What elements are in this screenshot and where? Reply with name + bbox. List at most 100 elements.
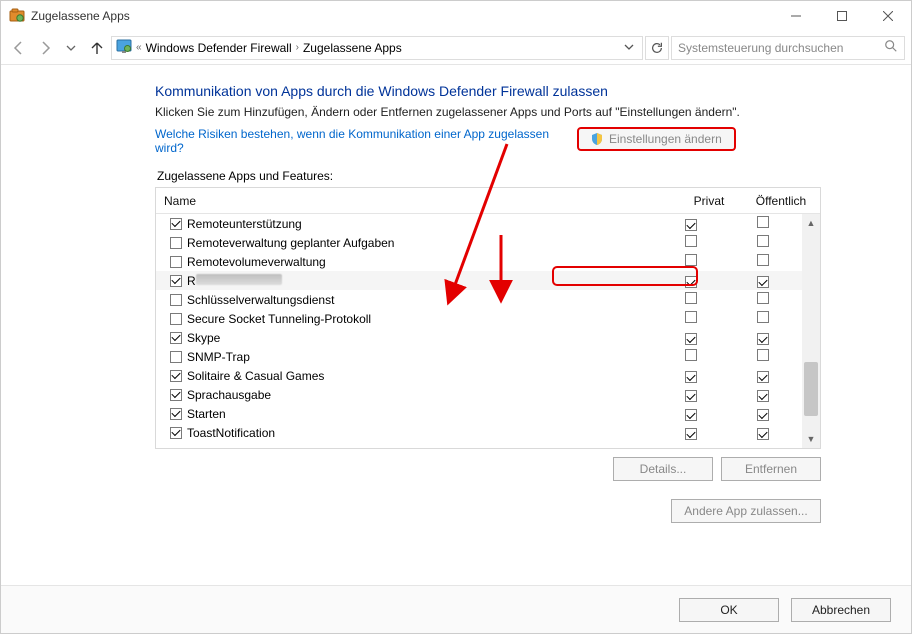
search-input[interactable]: Systemsteuerung durchsuchen	[671, 36, 905, 60]
scroll-up-icon[interactable]: ▲	[807, 214, 816, 232]
scroll-down-icon[interactable]: ▼	[807, 430, 816, 448]
private-checkbox[interactable]	[685, 349, 697, 361]
window-title: Zugelassene Apps	[31, 9, 773, 23]
close-button[interactable]	[865, 1, 911, 31]
cancel-button[interactable]: Abbrechen	[791, 598, 891, 622]
app-enabled-checkbox[interactable]	[170, 408, 182, 420]
private-checkbox[interactable]	[685, 428, 697, 440]
app-row[interactable]: Starten	[156, 404, 802, 423]
recent-locations-button[interactable]	[59, 36, 83, 60]
minimize-button[interactable]	[773, 1, 819, 31]
app-enabled-checkbox[interactable]	[170, 427, 182, 439]
private-checkbox[interactable]	[685, 311, 697, 323]
back-button[interactable]	[7, 36, 31, 60]
app-row[interactable]: SNMP-Trap	[156, 347, 802, 366]
titlebar: Zugelassene Apps	[1, 1, 911, 31]
private-checkbox[interactable]	[685, 371, 697, 383]
scroll-track[interactable]	[802, 232, 820, 430]
public-checkbox[interactable]	[757, 409, 769, 421]
up-button[interactable]	[85, 36, 109, 60]
app-name-label: Remoteverwaltung geplanter Aufgaben	[187, 236, 394, 250]
app-name-label: Skype	[187, 331, 220, 345]
app-row[interactable]: Remoteunterstützung	[156, 214, 802, 233]
app-name-label: ToastNotification	[187, 426, 275, 440]
allowed-apps-panel: Zugelassene Apps und Features: Name Priv…	[155, 169, 821, 481]
app-name-label: Starten	[187, 407, 226, 421]
page-subtext: Klicken Sie zum Hinzufügen, Ändern oder …	[155, 105, 821, 119]
app-row[interactable]: Remoteverwaltung geplanter Aufgaben	[156, 233, 802, 252]
col-private[interactable]: Privat	[676, 194, 742, 208]
app-enabled-checkbox[interactable]	[170, 256, 182, 268]
private-checkbox[interactable]	[685, 219, 697, 231]
public-checkbox[interactable]	[757, 390, 769, 402]
scrollbar[interactable]: ▲ ▼	[802, 214, 820, 448]
app-name-label: Schlüsselverwaltungsdienst	[187, 293, 334, 307]
app-row[interactable]: ToastNotification	[156, 423, 802, 442]
app-enabled-checkbox[interactable]	[170, 237, 182, 249]
private-checkbox[interactable]	[685, 254, 697, 266]
private-checkbox[interactable]	[685, 390, 697, 402]
forward-button[interactable]	[33, 36, 57, 60]
allow-another-app-button[interactable]: Andere App zulassen...	[671, 499, 821, 523]
dialog-footer: OK Abbrechen	[1, 585, 911, 633]
private-checkbox[interactable]	[685, 292, 697, 304]
app-enabled-checkbox[interactable]	[170, 389, 182, 401]
app-enabled-checkbox[interactable]	[170, 332, 182, 344]
app-enabled-checkbox[interactable]	[170, 370, 182, 382]
app-name-label: Remotevolumeverwaltung	[187, 255, 326, 269]
private-checkbox[interactable]	[685, 333, 697, 345]
public-checkbox[interactable]	[757, 235, 769, 247]
private-checkbox[interactable]	[685, 276, 697, 288]
col-public[interactable]: Öffentlich	[742, 194, 820, 208]
breadcrumb-item[interactable]: Windows Defender Firewall	[146, 41, 292, 55]
window-frame: Zugelassene Apps	[0, 0, 912, 634]
remove-button[interactable]: Entfernen	[721, 457, 821, 481]
app-name-label: Solitaire & Casual Games	[187, 369, 324, 383]
app-icon	[9, 8, 25, 24]
window-controls	[773, 1, 911, 31]
app-enabled-checkbox[interactable]	[170, 313, 182, 325]
scroll-thumb[interactable]	[804, 362, 818, 416]
private-checkbox[interactable]	[685, 409, 697, 421]
search-icon	[884, 39, 898, 56]
public-checkbox[interactable]	[757, 333, 769, 345]
content-area: Kommunikation von Apps durch die Windows…	[1, 65, 911, 585]
change-settings-button[interactable]: Einstellungen ändern	[577, 127, 736, 151]
app-row[interactable]: Sprachausgabe	[156, 385, 802, 404]
refresh-button[interactable]	[645, 36, 669, 60]
app-enabled-checkbox[interactable]	[170, 218, 182, 230]
shield-icon	[591, 133, 603, 145]
risk-link[interactable]: Welche Risiken bestehen, wenn die Kommun…	[155, 127, 549, 155]
public-checkbox[interactable]	[757, 349, 769, 361]
address-bar[interactable]: « Windows Defender Firewall › Zugelassen…	[111, 36, 643, 60]
app-row[interactable]: R	[156, 271, 802, 290]
private-checkbox[interactable]	[685, 235, 697, 247]
app-row[interactable]: Solitaire & Casual Games	[156, 366, 802, 385]
public-checkbox[interactable]	[757, 311, 769, 323]
public-checkbox[interactable]	[757, 428, 769, 440]
app-row[interactable]: Schlüsselverwaltungsdienst	[156, 290, 802, 309]
public-checkbox[interactable]	[757, 292, 769, 304]
public-checkbox[interactable]	[757, 216, 769, 228]
public-checkbox[interactable]	[757, 254, 769, 266]
maximize-button[interactable]	[819, 1, 865, 31]
col-name[interactable]: Name	[156, 194, 676, 208]
navigation-bar: « Windows Defender Firewall › Zugelassen…	[1, 31, 911, 65]
panel-title: Zugelassene Apps und Features:	[157, 169, 821, 183]
public-checkbox[interactable]	[757, 276, 769, 288]
app-row[interactable]: Secure Socket Tunneling-Protokoll	[156, 309, 802, 328]
app-enabled-checkbox[interactable]	[170, 294, 182, 306]
control-panel-icon	[116, 38, 132, 57]
search-placeholder: Systemsteuerung durchsuchen	[678, 41, 843, 55]
ok-button[interactable]: OK	[679, 598, 779, 622]
details-button[interactable]: Details...	[613, 457, 713, 481]
app-row[interactable]: Skype	[156, 328, 802, 347]
app-row[interactable]: Remotevolumeverwaltung	[156, 252, 802, 271]
public-checkbox[interactable]	[757, 371, 769, 383]
breadcrumb-item[interactable]: Zugelassene Apps	[303, 41, 402, 55]
app-enabled-checkbox[interactable]	[170, 351, 182, 363]
list-header: Name Privat Öffentlich	[156, 188, 820, 214]
app-enabled-checkbox[interactable]	[170, 275, 182, 287]
address-dropdown[interactable]	[620, 41, 638, 55]
app-name-label: SNMP-Trap	[187, 350, 250, 364]
